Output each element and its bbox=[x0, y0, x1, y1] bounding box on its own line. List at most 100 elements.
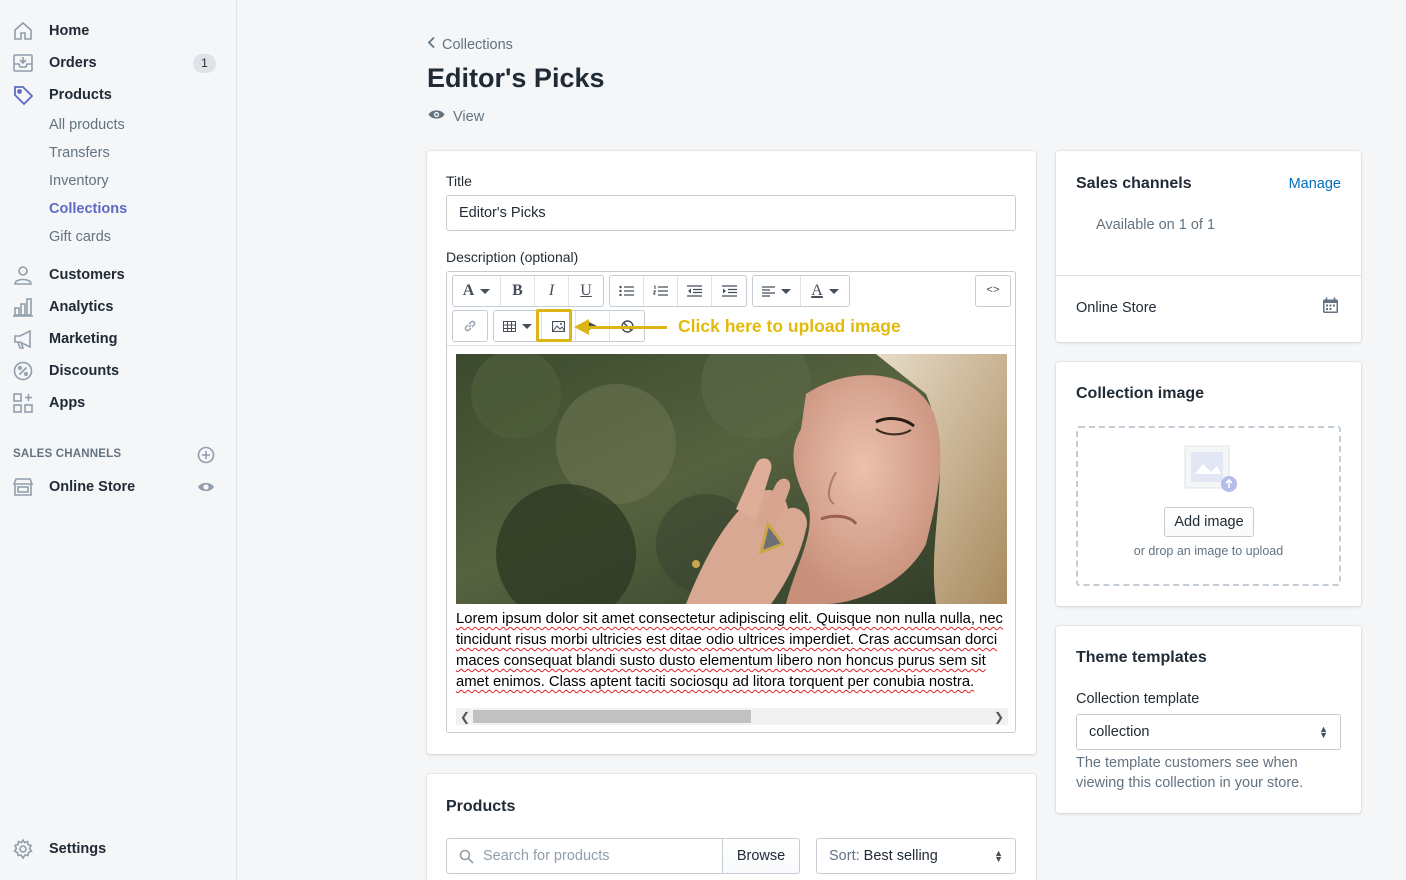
table-button[interactable] bbox=[494, 311, 542, 341]
select-arrows-icon: ▲ ▼ bbox=[994, 848, 1003, 864]
nav-discounts[interactable]: Discounts bbox=[0, 357, 236, 385]
underline-button[interactable]: U bbox=[569, 276, 603, 306]
apps-icon bbox=[12, 392, 34, 414]
collection-image-card: Collection image Add image or drop an im… bbox=[1056, 362, 1361, 606]
nav-analytics[interactable]: Analytics bbox=[0, 293, 236, 321]
browse-button[interactable]: Browse bbox=[722, 838, 800, 874]
subnav-inventory[interactable]: Inventory bbox=[49, 173, 109, 189]
eye-icon bbox=[428, 108, 445, 125]
description-label: Description (optional) bbox=[446, 249, 579, 265]
theme-templates-title: Theme templates bbox=[1076, 649, 1207, 666]
eye-icon[interactable] bbox=[197, 478, 215, 496]
nav-settings-label: Settings bbox=[49, 841, 107, 857]
nav-orders[interactable]: Orders 1 bbox=[0, 49, 236, 77]
nav-analytics-label: Analytics bbox=[49, 299, 114, 315]
sort-select[interactable]: Sort: Best selling ▲ ▼ bbox=[816, 838, 1016, 874]
nav-discounts-label: Discounts bbox=[49, 363, 120, 379]
numbered-list-icon bbox=[653, 285, 668, 296]
orders-icon bbox=[12, 52, 34, 74]
sidebar: Home Orders 1 Products All products Tran… bbox=[0, 0, 237, 880]
gear-icon bbox=[12, 838, 34, 860]
page-title: Editor's Picks bbox=[427, 63, 605, 93]
html-source-button[interactable]: <> bbox=[976, 276, 1010, 306]
callout-arrow-line bbox=[587, 326, 667, 329]
title-input[interactable]: Editor's Picks bbox=[446, 195, 1016, 231]
sort-value: Best selling bbox=[863, 848, 938, 864]
product-search-input[interactable]: Search for products bbox=[446, 838, 723, 874]
chevron-left-icon bbox=[427, 36, 436, 53]
add-channel-icon[interactable] bbox=[197, 446, 215, 464]
collection-template-value: collection bbox=[1089, 724, 1150, 740]
subnav-collections[interactable]: Collections bbox=[49, 201, 127, 217]
tag-icon bbox=[12, 84, 34, 106]
image-upload-icon bbox=[1181, 444, 1239, 499]
link-button[interactable] bbox=[453, 311, 487, 341]
collection-template-select[interactable]: collection ▲ ▼ bbox=[1076, 714, 1341, 750]
online-store-channel: Online Store bbox=[1076, 300, 1157, 316]
nav-marketing[interactable]: Marketing bbox=[0, 325, 236, 353]
subnav-all-products[interactable]: All products bbox=[49, 117, 125, 133]
breadcrumb[interactable]: Collections bbox=[427, 36, 513, 53]
editor-body-text[interactable]: Lorem ipsum dolor sit amet consectetur a… bbox=[456, 609, 1011, 693]
nav-marketing-label: Marketing bbox=[49, 331, 118, 347]
editor-divider bbox=[447, 345, 1015, 346]
woman-portrait-photo bbox=[456, 354, 1007, 604]
table-icon bbox=[503, 320, 516, 332]
bold-button[interactable]: B bbox=[501, 276, 535, 306]
add-image-button[interactable]: Add image bbox=[1164, 507, 1254, 537]
nav-products[interactable]: Products bbox=[0, 81, 236, 109]
font-style-button[interactable]: A bbox=[453, 276, 501, 306]
nav-customers[interactable]: Customers bbox=[0, 261, 236, 289]
bar-chart-icon bbox=[12, 296, 34, 318]
availability-text: Available on 1 of 1 bbox=[1096, 217, 1216, 233]
chevron-down-icon bbox=[781, 288, 791, 294]
source-group: <> bbox=[975, 275, 1011, 307]
sales-channels-card: Sales channels Manage Available on 1 of … bbox=[1056, 151, 1361, 342]
products-card: Products Search for products Browse Sort… bbox=[427, 774, 1036, 880]
sales-channels-heading: SALES CHANNELS bbox=[13, 448, 122, 460]
nav-settings[interactable]: Settings bbox=[0, 835, 236, 863]
nav-products-label: Products bbox=[49, 87, 112, 103]
bullet-list-button[interactable] bbox=[610, 276, 644, 306]
subnav-transfers[interactable]: Transfers bbox=[49, 145, 110, 161]
sales-channels-title: Sales channels bbox=[1076, 175, 1192, 192]
indent-button[interactable] bbox=[712, 276, 746, 306]
drop-image-hint: or drop an image to upload bbox=[1133, 544, 1284, 558]
products-title: Products bbox=[446, 798, 516, 815]
scroll-left-icon[interactable]: ❮ bbox=[460, 710, 470, 724]
calendar-icon[interactable] bbox=[1322, 297, 1339, 317]
rich-text-editor[interactable]: A B I U A <> Click here to upload image … bbox=[446, 271, 1016, 733]
discount-icon bbox=[12, 360, 34, 382]
align-button[interactable] bbox=[753, 276, 801, 306]
upload-image-callout: Click here to upload image bbox=[678, 316, 901, 336]
image-button-highlight bbox=[536, 309, 572, 342]
chevron-down-icon bbox=[522, 323, 532, 329]
view-button[interactable]: View bbox=[428, 108, 484, 125]
text-color-button[interactable]: A bbox=[801, 276, 849, 306]
indent-icon bbox=[721, 285, 737, 297]
select-arrows-icon: ▲ ▼ bbox=[1319, 724, 1328, 740]
scroll-right-icon[interactable]: ❯ bbox=[994, 710, 1004, 724]
search-icon bbox=[459, 849, 474, 867]
manage-link[interactable]: Manage bbox=[1289, 176, 1341, 192]
subnav-gift-cards[interactable]: Gift cards bbox=[49, 229, 111, 245]
italic-button[interactable]: I bbox=[535, 276, 569, 306]
align-color-group: A bbox=[752, 275, 850, 307]
view-label: View bbox=[453, 108, 485, 125]
collection-image-title: Collection image bbox=[1076, 385, 1205, 402]
outdent-button[interactable] bbox=[678, 276, 712, 306]
scrollbar-thumb[interactable] bbox=[473, 710, 751, 723]
nav-home-label: Home bbox=[49, 23, 90, 39]
editor-horizontal-scrollbar[interactable]: ❮ ❯ bbox=[456, 708, 1008, 725]
sort-label: Sort: bbox=[829, 848, 860, 864]
card-divider bbox=[1056, 275, 1361, 276]
theme-templates-card: Theme templates Collection template coll… bbox=[1056, 626, 1361, 813]
person-icon bbox=[12, 264, 34, 286]
chevron-down-icon bbox=[828, 288, 839, 294]
toolbar-row-1: A B I U A bbox=[452, 275, 855, 307]
numbered-list-button[interactable] bbox=[644, 276, 678, 306]
image-dropzone[interactable]: Add image or drop an image to upload bbox=[1076, 426, 1341, 586]
nav-home[interactable]: Home bbox=[0, 17, 236, 45]
nav-apps[interactable]: Apps bbox=[0, 389, 236, 417]
store-icon bbox=[12, 476, 34, 498]
